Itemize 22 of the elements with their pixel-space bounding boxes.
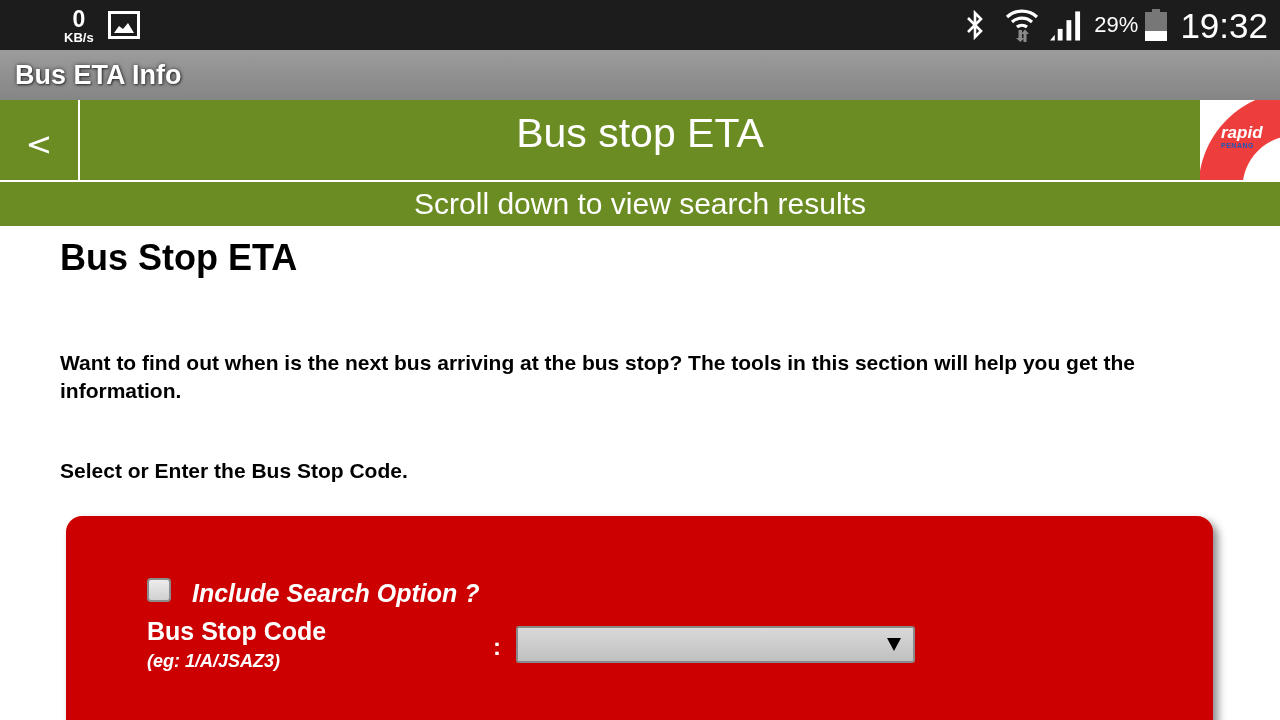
banner-text: Scroll down to view search results bbox=[414, 189, 866, 219]
instruction-text: Select or Enter the Bus Stop Code. bbox=[60, 458, 409, 484]
caret-icon bbox=[887, 637, 901, 651]
logo-text: rapid bbox=[1221, 124, 1263, 141]
network-speed-value: 0 bbox=[72, 8, 86, 31]
image-icon bbox=[107, 11, 140, 39]
separator-colon: : bbox=[493, 633, 502, 661]
battery-percent: 29% bbox=[1094, 12, 1139, 38]
dropdown[interactable] bbox=[516, 625, 915, 663]
network-speed-unit: KB/s bbox=[64, 31, 94, 44]
clock-time: 19:32 bbox=[1180, 7, 1268, 43]
app-title: Bus ETA Info bbox=[15, 59, 182, 91]
field-label: Bus Stop Code bbox=[147, 616, 327, 647]
signal-icon bbox=[1049, 9, 1083, 41]
checkbox[interactable] bbox=[147, 578, 171, 602]
section-heading: Bus Stop ETA bbox=[60, 236, 299, 280]
field-example: (eg: 1/A/JSAZ3) bbox=[147, 650, 281, 673]
page-title: Bus stop ETA bbox=[516, 112, 764, 158]
intro-paragraph: Want to find out when is the next bus arriving at the bus stop? The tools in this section will help you get the information. bbox=[60, 350, 1136, 404]
battery-icon bbox=[1145, 9, 1168, 41]
checkbox-label: Include Search Option ? bbox=[192, 578, 480, 609]
wifi-icon bbox=[1005, 8, 1040, 42]
